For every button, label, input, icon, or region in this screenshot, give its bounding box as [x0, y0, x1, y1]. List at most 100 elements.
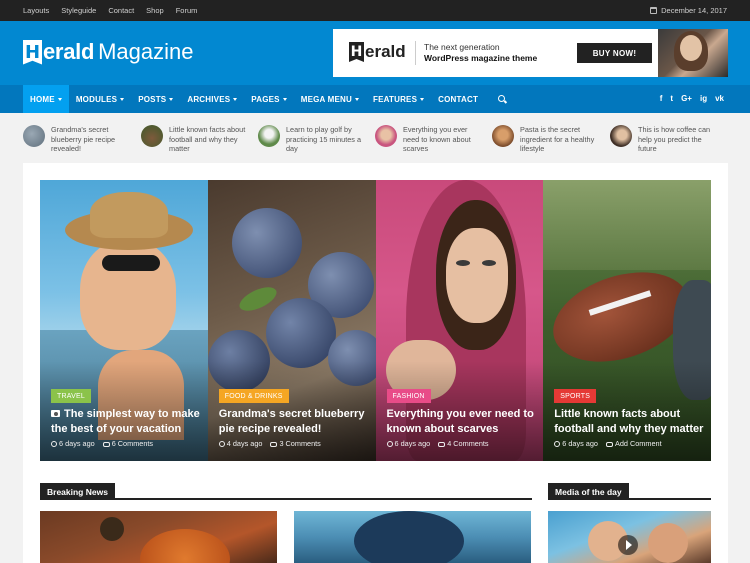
- top-link-shop[interactable]: Shop: [146, 6, 164, 15]
- ticker-item[interactable]: Pasta is the secret ingredient for a hea…: [492, 125, 602, 154]
- site-logo[interactable]: H erald Magazine: [23, 39, 193, 65]
- chevron-down-icon: [233, 97, 238, 101]
- media-of-day-thumb[interactable]: [548, 511, 711, 563]
- ticker-item[interactable]: Little known facts about football and wh…: [141, 125, 251, 154]
- social-links: f t G+ ig vk: [660, 94, 724, 103]
- ticker-text: Learn to play golf by practicing 15 minu…: [286, 125, 362, 153]
- ad-divider: [415, 41, 416, 65]
- ticker-text: This is how coffee can help you predict …: [638, 125, 711, 153]
- twitter-icon[interactable]: t: [670, 94, 673, 103]
- slide-title[interactable]: Grandma's secret blueberry pie recipe re…: [219, 407, 371, 437]
- ad-logo-mark: H: [349, 42, 364, 62]
- category-badge[interactable]: SPORTS: [554, 389, 597, 403]
- google-plus-icon[interactable]: G+: [681, 94, 692, 103]
- nav-modules[interactable]: MODULES: [69, 85, 131, 113]
- chevron-down-icon: [120, 97, 125, 101]
- media-of-day-header: Media of the day: [548, 483, 711, 500]
- top-link-layouts[interactable]: Layouts: [23, 6, 49, 15]
- top-link-styleguide[interactable]: Styleguide: [61, 6, 96, 15]
- header-ad-banner[interactable]: H erald The next generation WordPress ma…: [333, 29, 728, 77]
- ticker-text: Grandma's secret blueberry pie recipe re…: [51, 125, 116, 153]
- ad-photo: [658, 29, 728, 77]
- ad-line1: The next generation: [424, 42, 500, 52]
- ticker-thumb: [610, 125, 632, 147]
- featured-slide-fashion[interactable]: FASHION Everything you ever need to know…: [375, 180, 544, 461]
- ticker-thumb: [258, 125, 280, 147]
- ticker-item[interactable]: Grandma's secret blueberry pie recipe re…: [23, 125, 133, 154]
- top-links: Layouts Styleguide Contact Shop Forum: [23, 6, 197, 15]
- ad-logo-text: erald: [365, 42, 406, 61]
- ad-copy: The next generation WordPress magazine t…: [424, 42, 537, 64]
- category-badge[interactable]: FASHION: [386, 389, 431, 403]
- slide-meta: 4 days ago 3 Comments: [218, 439, 321, 448]
- slide-title[interactable]: Everything you ever need to known about …: [387, 407, 539, 437]
- nav-posts[interactable]: POSTS: [131, 85, 180, 113]
- clock-icon: [218, 441, 225, 447]
- logo-mark: H: [23, 39, 42, 65]
- chevron-down-icon: [420, 97, 425, 101]
- chevron-down-icon: [355, 97, 359, 101]
- main-content: TRAVEL The simplest way to make the best…: [23, 163, 728, 563]
- ticker-text: Everything you ever need to known about …: [403, 125, 471, 153]
- slide-meta: 6 days ago Add Comment: [554, 439, 662, 448]
- search-icon: [498, 94, 507, 104]
- slide-title[interactable]: The simplest way to make the best of you…: [51, 407, 203, 437]
- clock-icon: [51, 441, 57, 447]
- camera-icon: [51, 410, 60, 417]
- ticker-thumb: [141, 125, 163, 147]
- slide-meta: 6 days ago 4 Comments: [386, 439, 489, 448]
- clock-icon: [554, 441, 561, 447]
- instagram-icon[interactable]: ig: [700, 94, 707, 103]
- ticker-item[interactable]: Everything you ever need to known about …: [375, 125, 485, 154]
- breaking-news-thumb[interactable]: [40, 511, 277, 563]
- buy-now-button[interactable]: BUY NOW!: [577, 43, 652, 63]
- chevron-down-icon: [282, 97, 287, 101]
- clock-icon: [386, 441, 393, 447]
- top-bar: Layouts Styleguide Contact Shop Forum De…: [0, 0, 750, 21]
- vk-icon[interactable]: vk: [715, 94, 724, 103]
- nav-search[interactable]: [485, 85, 514, 113]
- top-link-contact[interactable]: Contact: [108, 6, 134, 15]
- ticker-item[interactable]: Learn to play golf by practicing 15 minu…: [258, 125, 368, 154]
- featured-slide-travel[interactable]: TRAVEL The simplest way to make the best…: [40, 180, 208, 461]
- nav-archives[interactable]: ARCHIVES: [180, 85, 244, 113]
- logo-bold-text: erald: [43, 39, 95, 64]
- ticker-strip: Grandma's secret blueberry pie recipe re…: [0, 113, 750, 163]
- comment-icon: [438, 441, 446, 447]
- ticker-text: Pasta is the secret ingredient for a hea…: [520, 125, 595, 153]
- chevron-down-icon: [57, 97, 62, 101]
- site-header: H erald Magazine H erald The next genera…: [0, 21, 750, 85]
- featured-slide-sports[interactable]: SPORTS Little known facts about football…: [543, 180, 711, 461]
- nav-contact[interactable]: CONTACT: [431, 85, 485, 113]
- comments-link[interactable]: 6 Comments: [112, 439, 153, 448]
- comments-link[interactable]: Add Comment: [615, 439, 662, 448]
- slide-meta: 6 days ago 6 Comments: [51, 439, 153, 448]
- date-text: December 14, 2017: [661, 6, 727, 15]
- category-badge[interactable]: TRAVEL: [51, 389, 91, 403]
- top-date: December 14, 2017: [650, 6, 727, 15]
- ticker-text: Little known facts about football and wh…: [169, 125, 246, 153]
- ad-line2: WordPress magazine theme: [424, 53, 538, 63]
- play-icon[interactable]: [618, 535, 638, 555]
- comment-icon: [270, 441, 278, 447]
- nav-pages[interactable]: PAGES: [244, 85, 293, 113]
- comments-link[interactable]: 3 Comments: [279, 439, 320, 448]
- comments-link[interactable]: 4 Comments: [447, 439, 488, 448]
- top-link-forum[interactable]: Forum: [176, 6, 198, 15]
- main-nav: HOME MODULES POSTS ARCHIVES PAGES MEGA M…: [0, 85, 750, 113]
- breaking-news-thumb[interactable]: [294, 511, 531, 563]
- calendar-icon: [650, 7, 658, 14]
- comment-icon: [605, 441, 613, 447]
- comment-icon: [102, 441, 110, 447]
- ticker-thumb: [492, 125, 514, 147]
- ticker-thumb: [23, 125, 45, 147]
- nav-mega-menu[interactable]: MEGA MENU: [294, 85, 366, 113]
- ticker-item[interactable]: This is how coffee can help you predict …: [610, 125, 720, 154]
- featured-slide-food[interactable]: FOOD & DRINKS Grandma's secret blueberry…: [207, 180, 376, 461]
- facebook-icon[interactable]: f: [660, 94, 663, 103]
- breaking-news-header: Breaking News: [40, 483, 532, 500]
- category-badge[interactable]: FOOD & DRINKS: [218, 389, 289, 403]
- slide-title[interactable]: Little known facts about football and wh…: [554, 407, 706, 437]
- nav-features[interactable]: FEATURES: [366, 85, 431, 113]
- nav-home[interactable]: HOME: [23, 85, 69, 113]
